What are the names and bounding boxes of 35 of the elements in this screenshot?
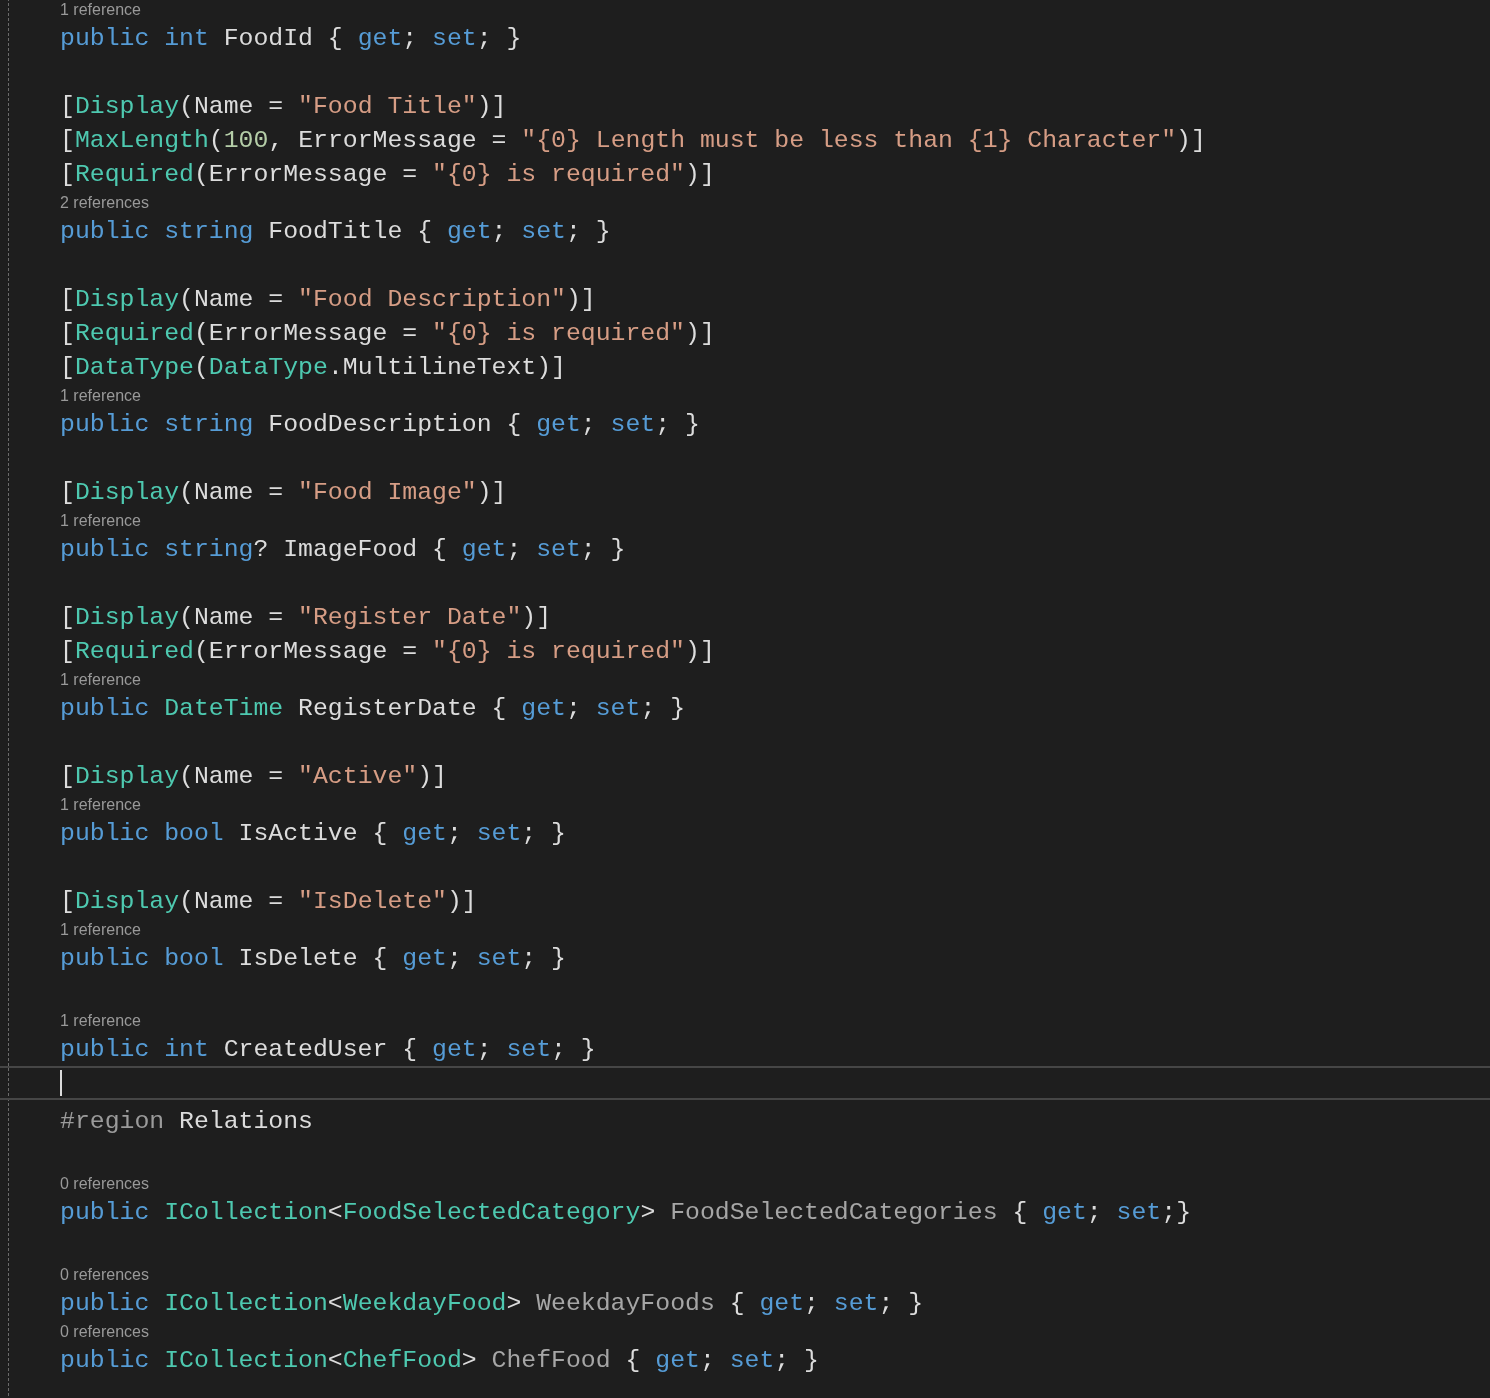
code-line: [Required(ErrorMessage = "{0} is required")]: [60, 318, 715, 349]
code-lens-references[interactable]: 1 reference: [60, 918, 141, 941]
code-lens-references[interactable]: 2 references: [60, 191, 149, 214]
code-line: [MaxLength(100, ErrorMessage = "{0} Length must be less than {1} Character")]: [60, 125, 1206, 156]
code-line: [Display(Name = "Food Image")]: [60, 477, 507, 508]
code-line: public DateTime RegisterDate { get; set; }: [60, 693, 686, 724]
code-lens-references[interactable]: 0 references: [60, 1320, 149, 1343]
code-line: [Display(Name = "Register Date")]: [60, 602, 552, 633]
code-line: public int CreatedUser { get; set; }: [60, 1034, 596, 1065]
code-line: [Required(ErrorMessage = "{0} is required")]: [60, 159, 715, 190]
code-lens-references[interactable]: 1 reference: [60, 509, 141, 532]
code-lens-references[interactable]: 1 reference: [60, 668, 141, 691]
code-lens-references[interactable]: 1 reference: [60, 0, 141, 21]
code-line: [Display(Name = "IsDelete")]: [60, 886, 477, 917]
code-line: public ICollection<ChefFood> ChefFood { get; set; }: [60, 1345, 819, 1376]
code-lens-references[interactable]: 0 references: [60, 1263, 149, 1286]
code-line: public bool IsDelete { get; set; }: [60, 943, 566, 974]
code-line: [Display(Name = "Food Title")]: [60, 91, 507, 122]
code-line: #region Relations: [60, 1106, 313, 1137]
code-line: public string FoodDescription { get; set; }: [60, 409, 700, 440]
code-line: [Display(Name = "Active")]: [60, 761, 447, 792]
code-line: public string? ImageFood { get; set; }: [60, 534, 626, 565]
code-line: [DataType(DataType.MultilineText)]: [60, 352, 566, 383]
code-line: [Required(ErrorMessage = "{0} is required")]: [60, 636, 715, 667]
code-lens-references[interactable]: 1 reference: [60, 1009, 141, 1032]
code-lens-references[interactable]: 0 references: [60, 1172, 149, 1195]
code-line: public ICollection<FoodSelectedCategory> FoodSelectedCategories { get; set;}: [60, 1197, 1191, 1228]
code-lens-references[interactable]: 1 reference: [60, 384, 141, 407]
code-line: public string FoodTitle { get; set; }: [60, 216, 611, 247]
code-lens-references[interactable]: 1 reference: [60, 793, 141, 816]
code-line: public int FoodId { get; set; }: [60, 23, 522, 54]
code-line: public ICollection<WeekdayFood> WeekdayFoods { get; set; }: [60, 1288, 924, 1319]
code-line: public bool IsActive { get; set; }: [60, 818, 566, 849]
text-cursor: [60, 1070, 62, 1096]
code-line: [Display(Name = "Food Description")]: [60, 284, 596, 315]
